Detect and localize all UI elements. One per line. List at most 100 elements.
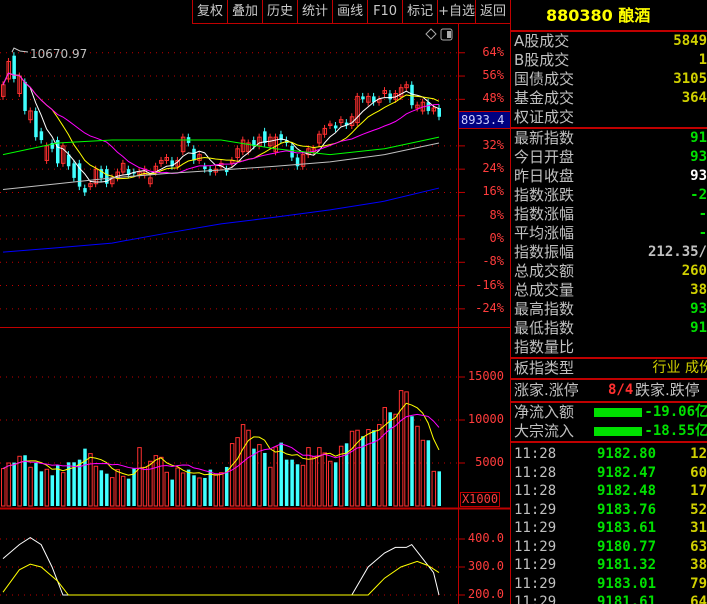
tick-volume: 17 — [690, 483, 707, 499]
volume-bar — [44, 468, 50, 507]
volume-bar — [164, 471, 169, 507]
market-row: B股成交 1 — [511, 51, 707, 70]
high-marker — [11, 47, 29, 53]
kline-chart[interactable] — [0, 0, 510, 604]
price-axis-label: 32% — [482, 137, 504, 152]
volume-bar — [328, 460, 333, 507]
index-row: 指数量比 — [511, 338, 707, 357]
volume-bar — [219, 472, 224, 507]
index-value: 93 — [690, 149, 707, 165]
volume-bar — [213, 474, 219, 507]
index-label: 昨日收盘 — [514, 167, 575, 185]
back-button[interactable]: 返回 — [475, 0, 510, 23]
index-row: 总成交额 260 — [511, 262, 707, 281]
tick-row: 11:29 9180.77 63 — [511, 538, 707, 557]
price-axis-label: 48% — [482, 91, 504, 106]
tick-row: 11:28 9182.80 12 — [511, 445, 707, 464]
index-value: 93 — [690, 301, 707, 317]
index-label: 平均涨幅 — [514, 224, 575, 242]
volume-bar — [175, 467, 180, 507]
mark-button[interactable]: 标记 — [402, 0, 437, 23]
index-label: 总成交量 — [514, 281, 575, 299]
volume-bar — [17, 455, 22, 507]
tick-price: 9183.01 — [597, 575, 657, 592]
tick-volume: 60 — [690, 464, 707, 481]
index-value: 260 — [681, 263, 707, 279]
volume-bar — [110, 477, 115, 507]
flow-bar — [594, 427, 642, 436]
tick-volume: 38 — [690, 557, 707, 573]
index-value: 91 — [690, 130, 707, 146]
index-value: - — [698, 225, 707, 241]
volume-bar — [142, 466, 148, 507]
index-row: 指数涨幅 - — [511, 205, 707, 224]
index-label: 指数量比 — [514, 338, 575, 356]
tick-price: 9182.80 — [597, 446, 657, 462]
tick-volume: 12 — [690, 446, 707, 462]
volume-bar — [115, 469, 120, 507]
draw-line-button[interactable]: 画线 — [332, 0, 367, 23]
tick-price: 9181.32 — [597, 557, 657, 573]
volume-bar — [60, 472, 66, 507]
flow-value: -19.06亿 — [644, 404, 707, 420]
market-label: 国债成交 — [514, 70, 575, 88]
index-row: 指数涨跌 -2 — [511, 186, 707, 205]
add-watchlist-button[interactable]: +自选 — [437, 0, 475, 23]
market-label: 权证成交 — [514, 108, 575, 126]
price-axis-label: -16% — [475, 277, 504, 292]
volume-bar — [404, 391, 409, 507]
index-type-label: 板指类型 — [514, 359, 575, 377]
index-row: 最新指数 91 — [511, 129, 707, 148]
volume-bar — [180, 472, 186, 507]
tick-time: 11:29 — [514, 538, 557, 555]
candle-body — [34, 110, 38, 138]
index-type-value: 行业 成份 — [652, 360, 707, 376]
index-label: 指数振幅 — [514, 243, 575, 261]
history-button[interactable]: 历史 — [262, 0, 297, 23]
volume-bar — [420, 439, 426, 507]
tick-volume: 52 — [690, 501, 707, 518]
index-row: 今日开盘 93 — [511, 148, 707, 167]
market-row: 权证成交 — [511, 108, 707, 127]
tick-price: 9182.47 — [597, 464, 657, 481]
index-value: - — [698, 206, 707, 222]
volume-axis-label: 10000 — [467, 412, 504, 426]
market-section: A股成交 5849 B股成交 1 国债成交 3105 基金成交 364 权证成交 — [511, 32, 707, 129]
f10-button[interactable]: F10 — [367, 0, 402, 23]
candle-body — [203, 166, 207, 170]
market-label: 基金成交 — [514, 89, 575, 107]
index-value: 91 — [690, 320, 707, 336]
index-row: 最低指数 91 — [511, 319, 707, 338]
tick-list[interactable]: 11:28 9182.80 12 11:28 9182.47 60 11:28 9182.48… — [511, 443, 707, 604]
volume-bar — [229, 443, 235, 507]
price-axis-label: -24% — [475, 300, 504, 315]
candle-body — [361, 96, 365, 100]
volume-bar — [192, 475, 196, 506]
volume-bar — [235, 437, 240, 507]
market-value: 364 — [681, 90, 707, 106]
statistics-button[interactable]: 统计 — [297, 0, 332, 23]
volume-bar — [349, 430, 355, 507]
candle-body — [192, 148, 196, 161]
price-axis-label: -8% — [482, 254, 504, 269]
volume-bar — [120, 475, 126, 507]
updown-row: 涨家.涨停 8/4 跌家.跌停 — [511, 381, 707, 400]
volume-bar — [83, 448, 87, 506]
volume-unit-label: X1000 — [460, 492, 500, 507]
volume-bar — [426, 440, 431, 506]
volume-bar — [431, 470, 437, 507]
tick-time: 11:29 — [514, 575, 557, 592]
volume-bar — [311, 456, 317, 507]
volume-bar — [208, 469, 213, 506]
tick-price: 9183.61 — [597, 520, 657, 536]
fuquan-button[interactable]: 复权 — [192, 0, 227, 23]
tick-volume: 64 — [690, 594, 707, 604]
updown-label: 涨家.涨停 — [514, 381, 579, 399]
overlay-button[interactable]: 叠加 — [227, 0, 262, 23]
price-axis-label: 8% — [489, 207, 504, 222]
volume-bar — [273, 446, 278, 507]
volume-bar — [105, 473, 109, 506]
market-label: A股成交 — [514, 32, 570, 50]
flow-row: 大宗流入 -18.55亿 — [511, 422, 707, 441]
volume-bar — [388, 412, 392, 506]
